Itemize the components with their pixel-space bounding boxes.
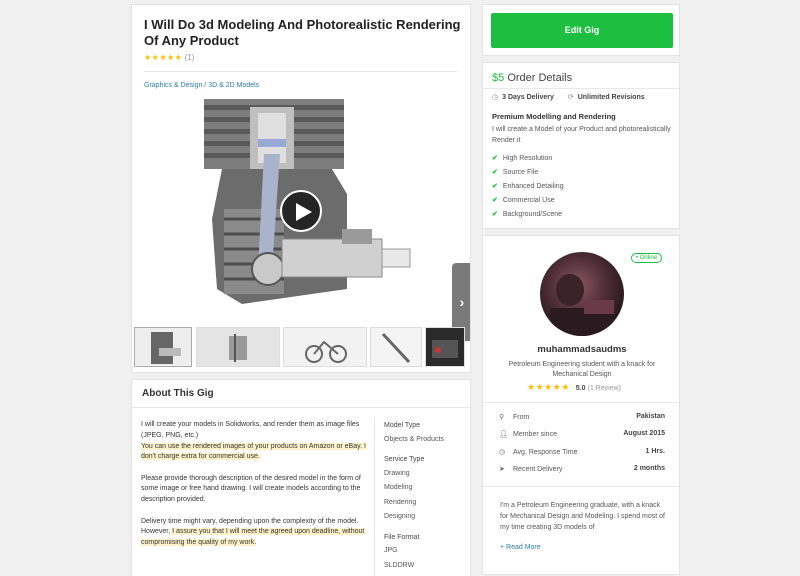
meta-value: Modeling [384,484,413,491]
meta-value: JPG [384,547,398,554]
gig-description: I will create your models in Solidworks,… [141,420,367,559]
about-heading: About This Gig [142,388,214,399]
user-icon: 👤︎ [499,431,508,439]
package-features: ✔ High Resolution ✔ Source File ✔ Enhanced … [492,152,564,222]
stat-label: Member since [513,431,557,439]
play-icon [296,203,312,221]
description-text: Please provide thorough description of t… [141,474,361,504]
breadcrumb[interactable]: Graphics & Design / 3D & 2D Models [144,82,259,89]
feature-item: ✔ Background/Scene [492,208,564,222]
feature-item: ✔ Enhanced Detailing [492,180,564,194]
stat-row: ⚲ From Pakistan [499,413,665,430]
meta-label: Service Type [384,456,425,463]
rating-stars: ★★★★★ [144,53,183,62]
stat-value: 1 Hrs. [645,447,665,455]
stat-label: From [513,414,530,421]
avatar[interactable] [540,252,624,336]
seller-tagline: Petroleum Engineering student with a kna… [508,361,656,378]
meta-label: File Format [384,533,420,541]
stat-row: 👤︎ Member since August 2015 [499,430,665,447]
stat-label: Avg. Response Time [513,448,578,456]
clock-icon: ◷ [492,94,499,101]
thumbnail[interactable] [370,327,422,367]
clock-icon: ◷ [499,448,506,456]
refresh-icon: ⟳ [567,94,574,101]
stat-value: 2 months [633,464,665,472]
package-description: I will create a Model of your Product an… [492,126,671,144]
gig-title: I Will Do 3d Modeling And Photorealistic… [144,17,461,48]
send-icon: ➤ [499,465,505,473]
stat-value: August 2015 [623,430,665,438]
rating-stars: ★★★★★ [527,382,570,392]
gig-metadata: Model Type Objects & Products Service Ty… [384,420,444,576]
revisions: Unlimited Revisions [577,94,645,101]
read-more-link[interactable]: + Read More [500,544,541,551]
stat-label: Recent Delivery [513,465,563,473]
divider [144,71,458,72]
thumbnail[interactable] [196,327,280,367]
check-icon: ✔ [492,169,498,176]
check-icon: ✔ [492,197,498,204]
check-icon: ✔ [492,155,498,162]
seller-username[interactable]: muhammadsaudms [483,344,681,355]
feature-label: Background/Scene [502,211,563,218]
divider [483,402,679,403]
review-count[interactable]: (1 Review) [587,385,620,392]
stat-value: Pakistan [636,413,665,420]
play-video-button[interactable] [280,190,322,232]
divider [483,486,679,487]
gallery-thumbnails: › [132,325,470,371]
edit-gig-button[interactable]: Edit Gig [491,13,673,48]
delivery-time: 3 Days Delivery [502,94,554,101]
seller-bio: I'm a Petroleum Engineering graduate, wi… [500,502,665,531]
review-count[interactable]: (1) [185,53,195,62]
description-highlight: I assure you that I will meet the agreed… [141,528,365,547]
rating-score: 5.0 [575,385,586,392]
description-text: I will create your models in Solidworks,… [141,421,360,439]
feature-item: ✔ Source File [492,166,564,180]
meta-value: SLDDRW [384,561,415,569]
order-header: $5 Order Details [492,72,572,84]
divider [374,418,375,576]
feature-label: Enhanced Detailing [502,183,564,190]
seller-rating: ★★★★★ 5.0 (1 Review) [527,382,621,393]
meta-value: Drawing [384,469,410,477]
delivery-info: ◷ 3 Days Delivery ⟳ Unlimited Revisions [492,93,645,101]
thumbnail[interactable] [283,327,367,367]
thumbnail[interactable] [425,327,465,367]
feature-label: Commercial Use [502,197,555,204]
location-icon: ⚲ [499,414,505,421]
stat-row: ➤ Recent Delivery 2 months [499,465,665,482]
gig-price: $5 [492,72,505,84]
meta-label: Model Type [384,422,421,429]
about-gig-card: About This Gig I will create your models… [131,379,471,576]
order-details-card: $5 Order Details ◷ 3 Days Delivery ⟳ Unlim… [482,62,680,229]
seller-card: • Online muhammadsaudms Petroleum Engine… [482,235,680,575]
gig-card: I Will Do 3d Modeling And Photorealistic… [131,4,471,373]
order-title: Order Details [507,72,573,84]
gig-gallery-main-image[interactable]: › [132,99,470,341]
meta-value: Rendering [384,498,417,506]
feature-label: High Resolution [502,155,553,162]
package-title: Premium Modelling and Rendering [492,112,616,121]
meta-value: Designing [384,513,416,520]
edit-gig-card: Edit Gig [482,4,680,56]
meta-value: Objects & Products [384,435,444,443]
divider [132,407,470,408]
thumbnails-next-icon[interactable]: › [460,339,463,350]
feature-item: ✔ High Resolution [492,152,564,166]
seller-stats: ⚲ From Pakistan 👤︎ Member since August 201… [499,413,665,482]
avatar-photo [550,274,614,336]
feature-item: ✔ Commercial Use [492,194,564,208]
check-icon: ✔ [492,211,498,218]
divider [483,88,679,89]
feature-label: Source File [502,169,539,176]
stat-row: ◷ Avg. Response Time 1 Hrs. [499,448,665,465]
check-icon: ✔ [492,183,498,190]
description-highlight: You can use the rendered images of your … [141,442,366,461]
online-status-badge: • Online [631,253,663,263]
gig-rating: ★★★★★ (1) [144,53,194,62]
thumbnail[interactable] [134,327,192,367]
